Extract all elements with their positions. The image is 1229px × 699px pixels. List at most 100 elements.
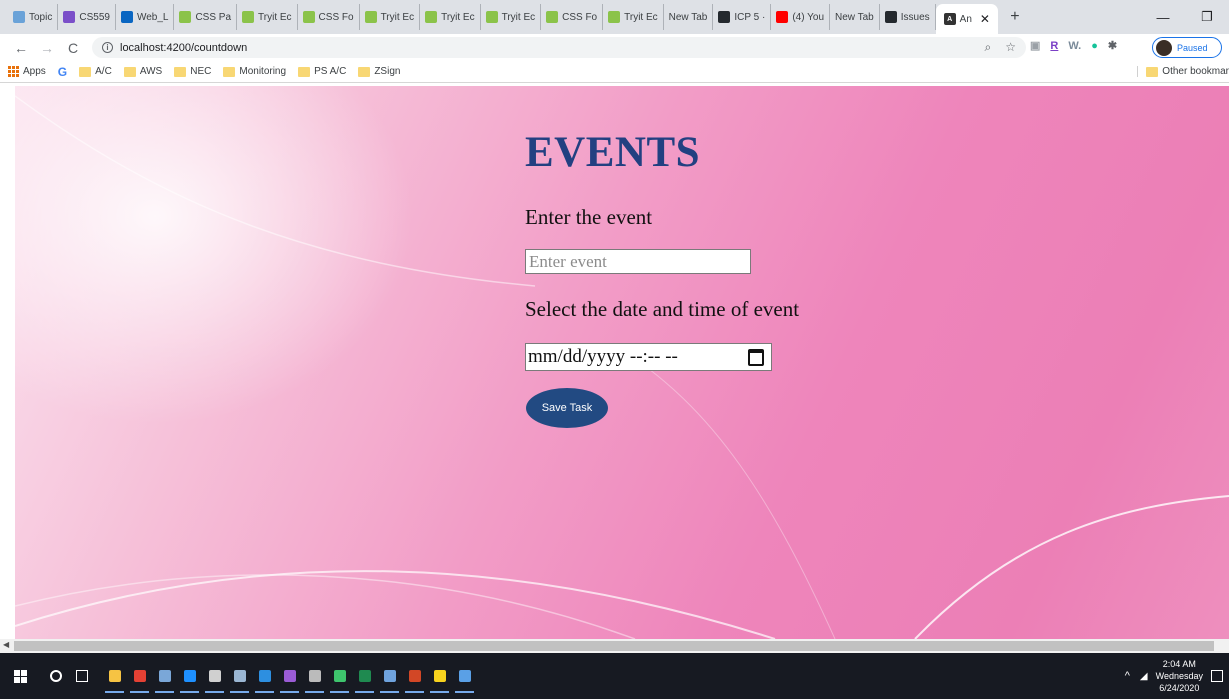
- taskbar-app[interactable]: [302, 653, 327, 699]
- taskbar-app[interactable]: [402, 653, 427, 699]
- taskbar-app[interactable]: [427, 653, 452, 699]
- tab[interactable]: Tryit Ec: [237, 4, 298, 30]
- minimize-button[interactable]: —: [1141, 0, 1185, 34]
- tab-label: Tryit Ec: [441, 11, 475, 23]
- bookmark-item[interactable]: ZSign: [358, 66, 400, 77]
- extension-icon[interactable]: W.: [1068, 40, 1081, 52]
- forward-button[interactable]: →: [34, 40, 60, 56]
- task-view-icon[interactable]: [76, 670, 88, 682]
- new-tab-button[interactable]: +: [1002, 8, 1028, 26]
- horizontal-scrollbar[interactable]: ◀: [0, 639, 1229, 653]
- network-icon[interactable]: ◢: [1140, 671, 1148, 682]
- clock[interactable]: 2:04 AM Wednesday 6/24/2020: [1156, 658, 1203, 694]
- bookmarks-bar: Apps G A/C AWS NEC Monitoring PS A/C ZSign Othe…: [0, 61, 1229, 83]
- zoom-icon[interactable]: ⌕: [985, 40, 992, 55]
- tab[interactable]: Web_L: [116, 4, 175, 30]
- tab[interactable]: Tryit Ec: [420, 4, 481, 30]
- tab[interactable]: Tryit Ec: [603, 4, 664, 30]
- taskbar-app[interactable]: [252, 653, 277, 699]
- event-input[interactable]: [525, 249, 751, 274]
- bookmark-item[interactable]: Apps: [8, 66, 46, 77]
- tab[interactable]: Topic: [8, 4, 59, 30]
- page-viewport: EVENTS Enter the event Select the date a…: [15, 86, 1229, 639]
- tab[interactable]: New Tab: [664, 4, 714, 30]
- bookmark-item[interactable]: G: [58, 65, 67, 79]
- app-icon: [458, 670, 471, 682]
- tab[interactable]: CSS Pa: [174, 4, 238, 30]
- bookmark-item[interactable]: AWS: [123, 66, 162, 77]
- taskbar-apps: [102, 653, 477, 699]
- page-left-edge: [0, 86, 15, 639]
- tab[interactable]: Tryit Ec: [360, 4, 421, 30]
- other-bookmarks[interactable]: Other bookmar: [1137, 66, 1229, 77]
- running-indicator: [205, 691, 224, 693]
- restore-button[interactable]: ❐: [1185, 0, 1229, 34]
- bookmark-item[interactable]: Monitoring: [223, 66, 286, 77]
- tab-label: CS559: [79, 11, 110, 23]
- window-controls: — ❐: [1141, 0, 1229, 34]
- favicon-icon: [179, 11, 192, 23]
- tab[interactable]: Tryit Ec: [481, 4, 542, 30]
- taskbar-app[interactable]: [177, 653, 202, 699]
- taskbar-app[interactable]: [377, 653, 402, 699]
- grammarly-icon[interactable]: ●: [1091, 40, 1098, 52]
- favicon-icon: [364, 11, 377, 23]
- clock-time: 2:04 AM: [1162, 659, 1196, 669]
- scrollbar-thumb[interactable]: [14, 641, 1214, 651]
- tab[interactable]: CS559: [58, 4, 116, 30]
- running-indicator: [155, 691, 174, 693]
- calendar-icon[interactable]: [748, 349, 764, 366]
- running-indicator: [380, 691, 399, 693]
- bookmark-item[interactable]: A/C: [79, 66, 112, 77]
- address-bar[interactable]: i localhost:4200/countdown ⌕ ☆: [92, 37, 1026, 58]
- chevron-up-icon[interactable]: ^: [1125, 670, 1130, 682]
- google-icon: G: [57, 64, 68, 79]
- profile-button[interactable]: Paused: [1152, 37, 1222, 58]
- taskbar-app[interactable]: [202, 653, 227, 699]
- tab[interactable]: New Tab: [830, 4, 880, 30]
- tab-label: CSS Fo: [562, 11, 598, 23]
- taskbar-app[interactable]: [452, 653, 477, 699]
- back-button[interactable]: ←: [8, 40, 34, 56]
- tab[interactable]: CSS Fo: [298, 4, 360, 30]
- extension-icon[interactable]: ▣: [1030, 39, 1040, 52]
- tab[interactable]: (4) You: [771, 4, 831, 30]
- favicon-icon: [13, 11, 25, 23]
- bookmark-star-icon[interactable]: ☆: [1005, 40, 1016, 55]
- scroll-left-arrow-icon[interactable]: ◀: [3, 640, 9, 649]
- event-label: Enter the event: [525, 205, 653, 229]
- info-icon[interactable]: i: [102, 42, 113, 53]
- reload-button[interactable]: C: [60, 40, 86, 56]
- taskbar-app[interactable]: [327, 653, 352, 699]
- search-icon[interactable]: [50, 670, 62, 682]
- bookmark-label: A/C: [95, 66, 112, 77]
- bookmark-item[interactable]: PS A/C: [298, 66, 346, 77]
- taskbar-app[interactable]: [127, 653, 152, 699]
- tab[interactable]: Issues: [880, 4, 936, 30]
- save-task-button[interactable]: Save Task: [526, 388, 608, 428]
- taskbar-app[interactable]: [152, 653, 177, 699]
- folder-icon: [174, 66, 187, 77]
- app-icon: [383, 670, 396, 682]
- datetime-input[interactable]: mm/dd/yyyy --:-- --: [525, 343, 772, 371]
- taskbar-app[interactable]: [102, 653, 127, 699]
- extension-icon[interactable]: R: [1050, 40, 1058, 52]
- start-button[interactable]: [14, 669, 36, 683]
- favicon-icon: [884, 11, 897, 23]
- taskbar-app[interactable]: [227, 653, 252, 699]
- puzzle-icon[interactable]: ✱: [1108, 39, 1117, 52]
- tab-active[interactable]: A An ✕: [935, 4, 998, 34]
- tab[interactable]: CSS Fo: [541, 4, 604, 30]
- favicon-icon: [120, 11, 133, 23]
- settings-icon: [208, 670, 221, 682]
- bookmark-item[interactable]: NEC: [174, 66, 211, 77]
- running-indicator: [180, 691, 199, 693]
- tab-label: New Tab: [835, 11, 874, 23]
- taskbar-app[interactable]: [352, 653, 377, 699]
- tab[interactable]: ICP 5 ·: [713, 4, 772, 30]
- datetime-value: mm/dd/yyyy --:-- --: [528, 346, 678, 367]
- notification-icon[interactable]: [1211, 670, 1223, 682]
- running-indicator: [305, 691, 324, 693]
- close-icon[interactable]: ✕: [980, 12, 990, 26]
- taskbar-app[interactable]: [277, 653, 302, 699]
